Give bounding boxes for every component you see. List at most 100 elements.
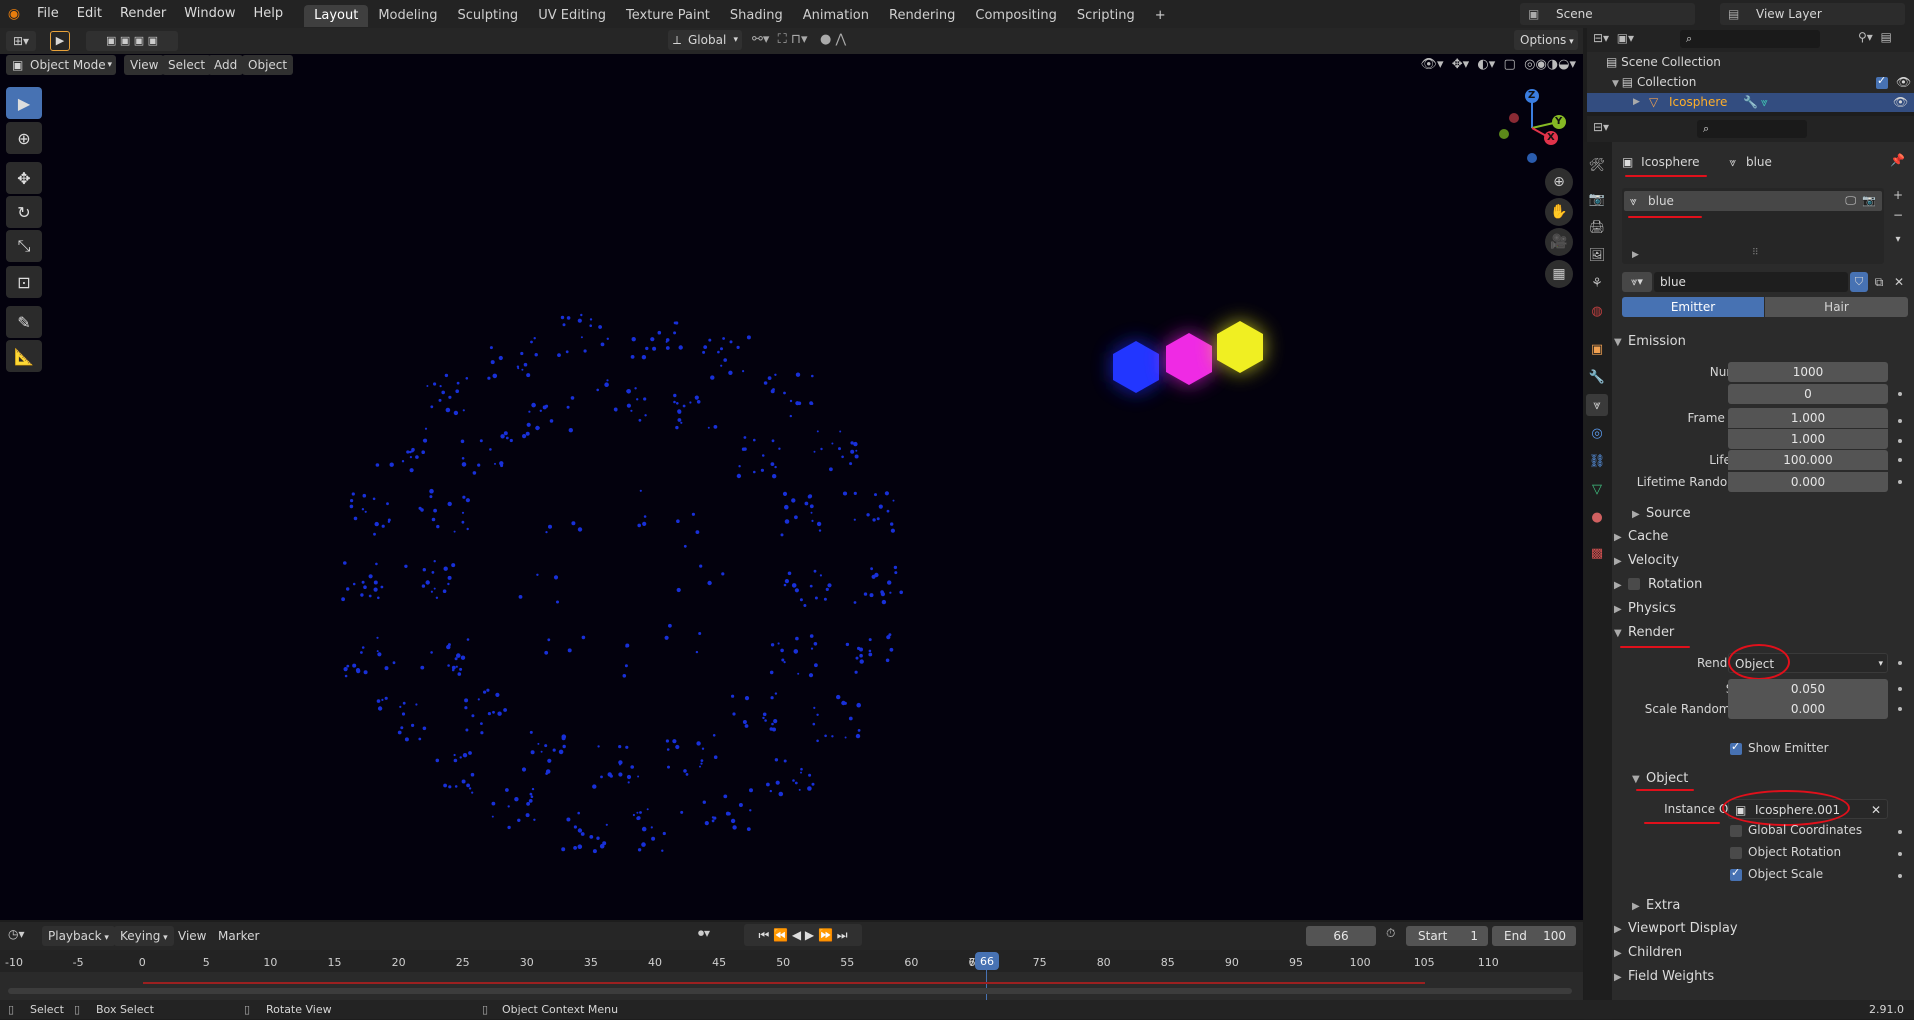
extra-subpanel-header[interactable]: ▶ Extra (1632, 894, 1914, 918)
menu-edit[interactable]: Edit (68, 0, 111, 28)
show-emitter-checkbox[interactable] (1730, 740, 1742, 755)
outliner-scene-collection[interactable]: ▤ Scene Collection (1606, 55, 1721, 69)
outliner-icosphere-row[interactable]: ▶ ▽ Icosphere 🔧 ⩔ 👁 (1587, 93, 1914, 112)
scale-randomness-field[interactable]: 0.000 (1728, 699, 1888, 719)
blender-logo-icon[interactable]: ◉ (0, 6, 28, 22)
particles-tab[interactable]: ⩔ (1586, 394, 1608, 416)
emission-panel-header[interactable]: ▼ Emission (1614, 330, 1908, 354)
add-slot-button[interactable]: + (1888, 188, 1908, 206)
timeline-view-menu[interactable]: View (172, 926, 212, 946)
keyframe-dot[interactable] (1898, 852, 1902, 856)
rotation-panel-header[interactable]: ▶ Rotation (1614, 573, 1908, 597)
scale-field[interactable]: 0.050 (1728, 679, 1888, 699)
collection-checkbox[interactable] (1876, 74, 1888, 89)
lifetime-field[interactable]: 100.000 (1728, 450, 1888, 470)
particle-slot-row[interactable]: ⩔ blue 🖵 📷 (1624, 191, 1882, 211)
keying-menu[interactable]: Keying ▾ (114, 926, 174, 946)
annotate-tool[interactable]: ✎ (6, 306, 42, 338)
menu-object[interactable]: Object (242, 55, 294, 75)
tab-shading[interactable]: Shading (720, 5, 793, 27)
object-subpanel-header[interactable]: ▼ Object (1632, 767, 1914, 791)
source-subpanel-header[interactable]: ▶ Source (1632, 502, 1914, 526)
keyframe-dot[interactable] (1898, 830, 1902, 834)
current-frame-field[interactable]: 66 (1306, 926, 1376, 946)
rotation-checkbox[interactable] (1628, 578, 1640, 590)
settings-browse-button[interactable]: ⩔▾ (1622, 272, 1652, 292)
particle-settings-name[interactable]: blue (1654, 272, 1848, 292)
seed-field[interactable]: 0 (1728, 384, 1888, 404)
render-tab[interactable]: 📷 (1586, 188, 1608, 210)
menu-render[interactable]: Render (111, 0, 175, 28)
tab-texture-paint[interactable]: Texture Paint (616, 5, 720, 27)
constraints-tab[interactable]: ⛓ (1586, 450, 1608, 472)
view-layer-tab[interactable]: 🖼 (1586, 244, 1608, 266)
keyframe-dot[interactable] (1898, 661, 1902, 665)
view-layer-selector[interactable]: ▤ View Layer (1720, 3, 1905, 25)
tab-animation[interactable]: Animation (793, 5, 879, 27)
fake-user-shield-icon[interactable]: ⛉ (1850, 272, 1868, 292)
rotate-tool[interactable]: ↻ (6, 196, 42, 228)
marker-menu[interactable]: Marker (212, 926, 265, 946)
object-rotation-checkbox[interactable] (1730, 847, 1742, 859)
list-resize-handle[interactable]: ⠿ (1752, 248, 1759, 258)
emitter-type-button[interactable]: Emitter (1622, 297, 1764, 317)
tab-rendering[interactable]: Rendering (879, 5, 965, 27)
tab-uv-editing[interactable]: UV Editing (528, 5, 616, 27)
start-frame-field[interactable]: Start 1 (1406, 926, 1488, 946)
world-tab[interactable]: ◍ (1586, 300, 1608, 322)
playback-menu[interactable]: Playback ▾ (42, 926, 115, 946)
properties-editor-icon[interactable]: ⊟▾ (1593, 120, 1609, 134)
menu-help[interactable]: Help (245, 0, 293, 28)
breadcrumb-particle-system[interactable]: blue (1746, 155, 1772, 169)
cache-panel-header[interactable]: ▶ Cache (1614, 525, 1908, 549)
viewport-shading-controls[interactable]: 👁▾ ✥▾ ◐▾ ▢ ◎◉◑◒▾ (1326, 55, 1576, 75)
record-button[interactable]: ⏺▾ (698, 926, 710, 941)
properties-search-input[interactable]: ⌕ (1697, 120, 1807, 138)
children-panel-header[interactable]: ▶ Children (1614, 941, 1908, 965)
menu-select[interactable]: Select (162, 55, 212, 75)
viewport-display-panel-header[interactable]: ▶ Viewport Display (1614, 917, 1908, 941)
scene-tab[interactable]: ⚘ (1586, 272, 1608, 294)
zoom-icon[interactable]: ⊕ (1545, 168, 1573, 196)
render-panel-header[interactable]: ▼ Render (1614, 621, 1908, 645)
render-camera-icon[interactable]: 📷 (1862, 191, 1876, 211)
display-monitor-icon[interactable]: 🖵 (1845, 191, 1856, 211)
slot-specials-button[interactable]: ▾ (1888, 234, 1908, 252)
cursor-tool[interactable]: ⊕ (6, 122, 42, 154)
eye-icon[interactable]: 👁 (1896, 75, 1911, 89)
field-weights-panel-header[interactable]: ▶ Field Weights (1614, 965, 1908, 989)
physics-panel-header[interactable]: ▶ Physics (1614, 597, 1908, 621)
selection-mode-icons[interactable]: ▣ ▣ ▣ ▣ (86, 31, 178, 51)
menu-add[interactable]: Add (208, 55, 244, 75)
tool-settings-tab[interactable]: 🛠 (1586, 154, 1608, 176)
outliner-editor-icon[interactable]: ⊟▾ ▣▾ (1593, 31, 1634, 45)
tab-modeling[interactable]: Modeling (368, 5, 447, 27)
menu-file[interactable]: File (28, 0, 68, 28)
outliner-search-input[interactable]: ⌕ (1680, 30, 1820, 48)
object-tab[interactable]: ▣ (1586, 338, 1608, 360)
object-scale-checkbox[interactable] (1730, 866, 1742, 881)
scene-selector[interactable]: ▣ Scene (1520, 3, 1695, 25)
scale-tool[interactable]: ⤡ (6, 230, 42, 262)
texture-tab[interactable]: ▩ (1586, 542, 1608, 564)
physics-tab[interactable]: ◎ (1586, 422, 1608, 444)
mode-dropdown[interactable]: ▣ Object Mode ▾ (6, 55, 116, 75)
keyframe-dot[interactable] (1898, 874, 1902, 878)
eye-icon[interactable]: 👁 (1893, 93, 1908, 112)
select-tool-icon[interactable]: ▶ (50, 31, 70, 51)
lifetime-randomness-field[interactable]: 0.000 (1728, 472, 1888, 492)
keyframe-dot[interactable] (1898, 439, 1902, 443)
end-frame-field[interactable]: End 100 (1492, 926, 1576, 946)
editor-type-button[interactable]: ⊞▾ (6, 31, 36, 51)
tab-scripting[interactable]: Scripting (1067, 5, 1145, 27)
keyframe-dot[interactable] (1898, 419, 1902, 423)
select-box-tool[interactable]: ▶ (6, 87, 42, 119)
keyframe-dot[interactable] (1898, 687, 1902, 691)
hair-type-button[interactable]: Hair (1765, 297, 1908, 317)
number-field[interactable]: 1000 (1728, 362, 1888, 382)
keyframe-dot[interactable] (1898, 480, 1902, 484)
breadcrumb-object[interactable]: Icosphere (1641, 155, 1699, 169)
frame-end-field[interactable]: 1.000 (1728, 429, 1888, 449)
keyframe-dot[interactable] (1898, 458, 1902, 462)
menu-window[interactable]: Window (175, 0, 244, 28)
